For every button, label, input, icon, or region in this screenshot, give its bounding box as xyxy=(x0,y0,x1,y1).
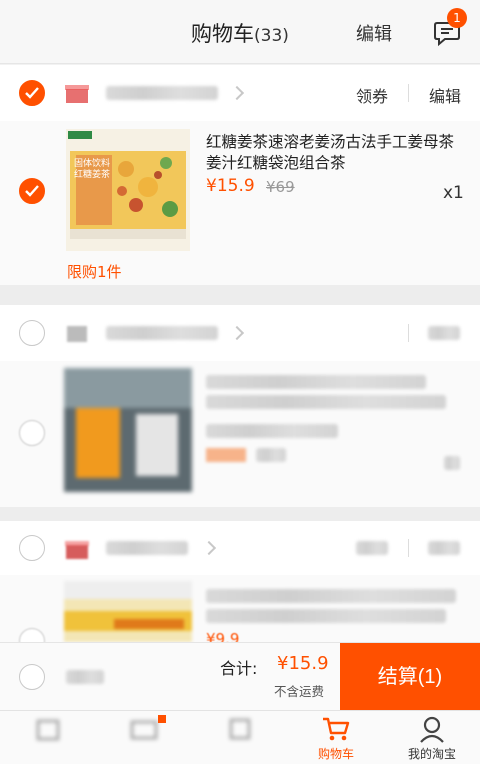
shop-icon xyxy=(67,326,87,342)
divider xyxy=(408,539,409,557)
select-all-checkbox[interactable] xyxy=(19,664,45,690)
profile-icon xyxy=(420,716,444,743)
shop-name-blurred[interactable] xyxy=(106,326,218,340)
item-title-blurred-2[interactable] xyxy=(206,609,446,623)
item-checkbox[interactable] xyxy=(19,420,45,446)
checkout-button[interactable]: 结算(1) xyxy=(340,643,480,711)
cart-icon xyxy=(323,717,350,741)
shipping-note: 不含运费 xyxy=(274,684,325,699)
shop-icon xyxy=(65,541,89,559)
chevron-right-icon[interactable] xyxy=(229,85,245,101)
shop-icon xyxy=(65,85,89,103)
tab-bar: 购物车 我的淘宝 xyxy=(0,710,480,764)
cart-count: (33) xyxy=(254,26,289,46)
coupon-button[interactable]: 领券 xyxy=(356,83,388,107)
total-value: ¥15.9 xyxy=(277,653,329,674)
shop-checkbox[interactable] xyxy=(19,535,45,561)
shop-row: 领券 编辑 xyxy=(0,65,480,121)
item-price-blurred xyxy=(206,448,246,462)
tab-home[interactable] xyxy=(0,711,96,764)
page-title-text: 购物车 xyxy=(191,22,255,46)
product-banner-blurred xyxy=(64,581,192,631)
item-sku-blurred xyxy=(206,424,338,438)
home-icon xyxy=(36,719,60,741)
divider xyxy=(408,324,409,342)
select-all-label-blurred[interactable] xyxy=(66,670,104,684)
item-old-price-blurred xyxy=(256,448,286,462)
check-icon xyxy=(25,185,39,197)
item-title[interactable]: 红糖姜茶速溶老姜汤古法手工姜母茶姜汁红糖袋泡组合茶 xyxy=(206,132,468,174)
product-image[interactable] xyxy=(64,581,192,642)
item-quantity-blurred[interactable] xyxy=(444,456,460,470)
header-edit-button[interactable]: 编辑 xyxy=(356,20,392,46)
total-label: 合计: xyxy=(220,659,258,678)
chevron-right-icon[interactable] xyxy=(201,540,217,556)
item-title-blurred-2[interactable] xyxy=(206,395,446,409)
tab-messages[interactable] xyxy=(192,711,288,764)
nav-header: 购物车(33) 编辑 1 xyxy=(0,0,480,64)
shop-edit-blurred[interactable] xyxy=(428,541,460,555)
page-title: 购物车(33) xyxy=(0,18,480,48)
check-icon xyxy=(25,87,39,99)
shop-checkbox[interactable] xyxy=(19,80,45,106)
section-separator xyxy=(0,507,480,521)
box-label: 固体饮料 红糖姜茶 xyxy=(73,159,110,180)
notification-dot xyxy=(158,715,166,723)
item-price: ¥15.9 xyxy=(206,176,255,196)
divider xyxy=(408,84,409,102)
section-separator xyxy=(0,285,480,305)
item-quantity[interactable]: x1 xyxy=(443,183,464,203)
shop-edit-blurred[interactable] xyxy=(428,326,460,340)
checkout-bar: 合计: ¥15.9 不含运费 结算(1) xyxy=(0,642,480,711)
item-original-price: ¥69 xyxy=(266,178,295,196)
item-checkbox[interactable] xyxy=(19,178,45,204)
shop-row xyxy=(0,305,480,361)
tab-video[interactable] xyxy=(96,711,192,764)
shop-checkbox[interactable] xyxy=(19,320,45,346)
message-badge: 1 xyxy=(447,8,467,28)
item-title-blurred[interactable] xyxy=(206,589,456,603)
item-title-blurred[interactable] xyxy=(206,375,426,389)
shop-name-blurred[interactable] xyxy=(106,86,218,100)
product-box-illustration xyxy=(68,131,186,239)
coupon-blurred[interactable] xyxy=(356,541,388,555)
shop-row xyxy=(0,521,480,575)
product-photo-blurred xyxy=(64,368,192,478)
video-icon xyxy=(130,720,158,740)
tab-profile[interactable]: 我的淘宝 xyxy=(384,711,480,764)
messages-icon xyxy=(229,718,251,740)
chevron-right-icon[interactable] xyxy=(229,325,245,341)
tab-cart[interactable]: 购物车 xyxy=(288,711,384,764)
tab-label: 购物车 xyxy=(317,747,354,761)
product-image[interactable] xyxy=(64,368,192,492)
purchase-limit-note: 限购1件 xyxy=(67,263,122,281)
product-image[interactable] xyxy=(66,129,190,251)
tab-label: 我的淘宝 xyxy=(407,747,456,761)
shop-edit-button[interactable]: 编辑 xyxy=(429,83,461,107)
shop-name-blurred[interactable] xyxy=(106,541,188,555)
